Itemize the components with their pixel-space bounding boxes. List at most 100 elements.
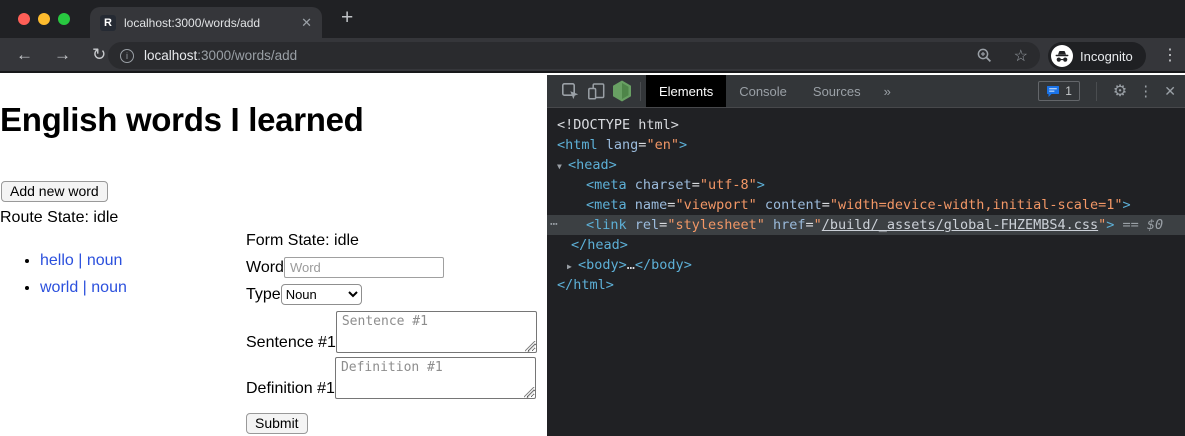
tab-close-icon[interactable]: ✕ — [301, 16, 312, 29]
bookmark-star-icon[interactable]: ☆ — [1014, 46, 1028, 66]
code-token-plain: … — [627, 257, 635, 273]
code-token-tag: > — [1123, 197, 1131, 213]
code-token-val: "utf-8" — [700, 177, 757, 193]
code-token-plain: = — [692, 177, 700, 193]
page-title: English words I learned — [0, 101, 547, 139]
devtools-code-line[interactable]: </html> — [547, 275, 1185, 295]
code-token-attr: name — [635, 197, 668, 213]
submit-button[interactable]: Submit — [246, 413, 308, 434]
incognito-label: Incognito — [1080, 49, 1133, 64]
code-token-val: "width=device-width,initial-scale=1" — [830, 197, 1123, 213]
code-token-plain — [765, 217, 773, 233]
code-token-tag: <link — [586, 217, 627, 233]
devtools-code-line[interactable]: ⋯<link rel="stylesheet" href="/build/_as… — [547, 215, 1185, 235]
collapsed-arrow-icon[interactable]: ▶ — [567, 257, 578, 277]
code-token-tag: <head> — [568, 157, 617, 173]
device-toolbar-icon[interactable] — [583, 78, 609, 104]
code-token-tag: <meta — [586, 197, 627, 213]
node-extension-icon[interactable] — [609, 78, 635, 104]
devtools-code: <!DOCTYPE html><html lang="en">▼<head><m… — [547, 108, 1185, 295]
add-word-form: Form State: idle Word Type Noun Sentence… — [246, 231, 547, 434]
maximize-window-button[interactable] — [58, 13, 70, 25]
code-token-tag: </head> — [571, 237, 628, 253]
devtools-code-line[interactable]: ▼<head> — [547, 155, 1185, 175]
add-new-word-button[interactable]: Add new word — [1, 181, 108, 202]
definition-textarea[interactable] — [335, 357, 536, 399]
code-token-tag: </body> — [635, 257, 692, 273]
browser-menu-icon[interactable]: ⋮ — [1162, 45, 1178, 65]
zoom-icon[interactable] — [972, 43, 998, 69]
reload-icon[interactable]: ↻ — [92, 45, 106, 65]
url-text[interactable]: localhost:3000/words/add — [144, 48, 972, 63]
code-token-plain — [627, 197, 635, 213]
word-link-hello[interactable]: hello | noun — [40, 252, 122, 269]
web-page: English words I learned Add new word Rou… — [0, 75, 547, 436]
code-token-tag: </html> — [557, 277, 614, 293]
code-token-val: "stylesheet" — [667, 217, 765, 233]
devtools-close-icon[interactable]: ✕ — [1164, 83, 1176, 100]
code-token-tag: > — [757, 177, 765, 193]
code-token-attr: rel — [635, 217, 659, 233]
code-token-tag: <body> — [578, 257, 627, 273]
issues-count: 1 — [1065, 84, 1072, 98]
devtools-toolbar: Elements Console Sources » 1 ⚙ ⋮ ✕ — [547, 75, 1185, 108]
new-tab-button[interactable]: + — [341, 6, 353, 30]
address-bar[interactable]: i localhost:3000/words/add ☆ — [108, 42, 1040, 69]
incognito-icon — [1051, 45, 1073, 67]
code-token-tag: <html — [557, 137, 598, 153]
code-token-val: "en" — [646, 137, 679, 153]
browser-tab[interactable]: R localhost:3000/words/add ✕ — [90, 7, 322, 38]
devtools-menu-icon[interactable]: ⋮ — [1138, 82, 1153, 100]
code-token-attr: lang — [606, 137, 639, 153]
line-menu-icon[interactable]: ⋯ — [550, 215, 558, 235]
forward-icon[interactable]: → — [54, 45, 71, 65]
remix-favicon-icon: R — [100, 15, 116, 31]
devtools-code-line[interactable]: <meta charset="utf-8"> — [547, 175, 1185, 195]
code-token-plain — [627, 217, 635, 233]
divider — [1096, 82, 1097, 101]
word-link-world[interactable]: world | noun — [40, 279, 127, 296]
devtools-tab-elements[interactable]: Elements — [646, 75, 726, 107]
devtools-code-line[interactable]: ▶<body>…</body> — [547, 255, 1185, 275]
more-tabs-icon[interactable]: » — [884, 84, 891, 99]
devtools-panel: Elements Console Sources » 1 ⚙ ⋮ ✕ <!DOC… — [547, 75, 1185, 436]
code-token-plain — [757, 197, 765, 213]
code-token-plain: <!DOCTYPE html> — [557, 117, 679, 133]
sentence-textarea[interactable] — [336, 311, 537, 353]
code-token-plain: = — [806, 217, 814, 233]
back-icon[interactable]: ← — [16, 45, 33, 65]
devtools-settings-icon[interactable]: ⚙ — [1113, 81, 1127, 101]
tab-title: localhost:3000/words/add — [124, 16, 293, 30]
issues-counter[interactable]: 1 — [1038, 81, 1080, 101]
word-input[interactable] — [284, 257, 444, 278]
devtools-code-line[interactable]: <meta name="viewport" content="width=dev… — [547, 195, 1185, 215]
devtools-tab-sources[interactable]: Sources — [800, 75, 874, 107]
definition-label: Definition #1 — [246, 380, 335, 399]
minimize-window-button[interactable] — [38, 13, 50, 25]
devtools-code-line[interactable]: <html lang="en"> — [547, 135, 1185, 155]
form-state-text: Form State: idle — [246, 231, 547, 250]
devtools-code-line[interactable]: </head> — [547, 235, 1185, 255]
expanded-arrow-icon[interactable]: ▼ — [557, 157, 568, 177]
browser-toolbar: ← → ↻ i localhost:3000/words/add ☆ Incog… — [0, 38, 1185, 73]
code-token-attr: charset — [635, 177, 692, 193]
inspect-element-icon[interactable] — [557, 78, 583, 104]
url-path: :3000/words/add — [197, 48, 297, 63]
type-select[interactable]: Noun — [281, 284, 362, 305]
issues-bubble-icon — [1046, 85, 1060, 98]
code-token-link: /build/_assets/global-FHZEMBS4.css — [822, 217, 1098, 233]
code-token-attr: href — [773, 217, 806, 233]
devtools-code-line[interactable]: <!DOCTYPE html> — [547, 115, 1185, 135]
site-info-icon[interactable]: i — [120, 49, 134, 63]
window-controls — [18, 13, 70, 25]
divider — [640, 82, 641, 101]
code-token-plain — [627, 177, 635, 193]
close-window-button[interactable] — [18, 13, 30, 25]
incognito-badge: Incognito — [1048, 42, 1146, 70]
code-token-val: " — [814, 217, 822, 233]
sentence-label: Sentence #1 — [246, 334, 336, 353]
word-label: Word — [246, 259, 284, 277]
code-token-plain — [598, 137, 606, 153]
code-token-val: "viewport" — [675, 197, 756, 213]
devtools-tab-console[interactable]: Console — [726, 75, 800, 107]
